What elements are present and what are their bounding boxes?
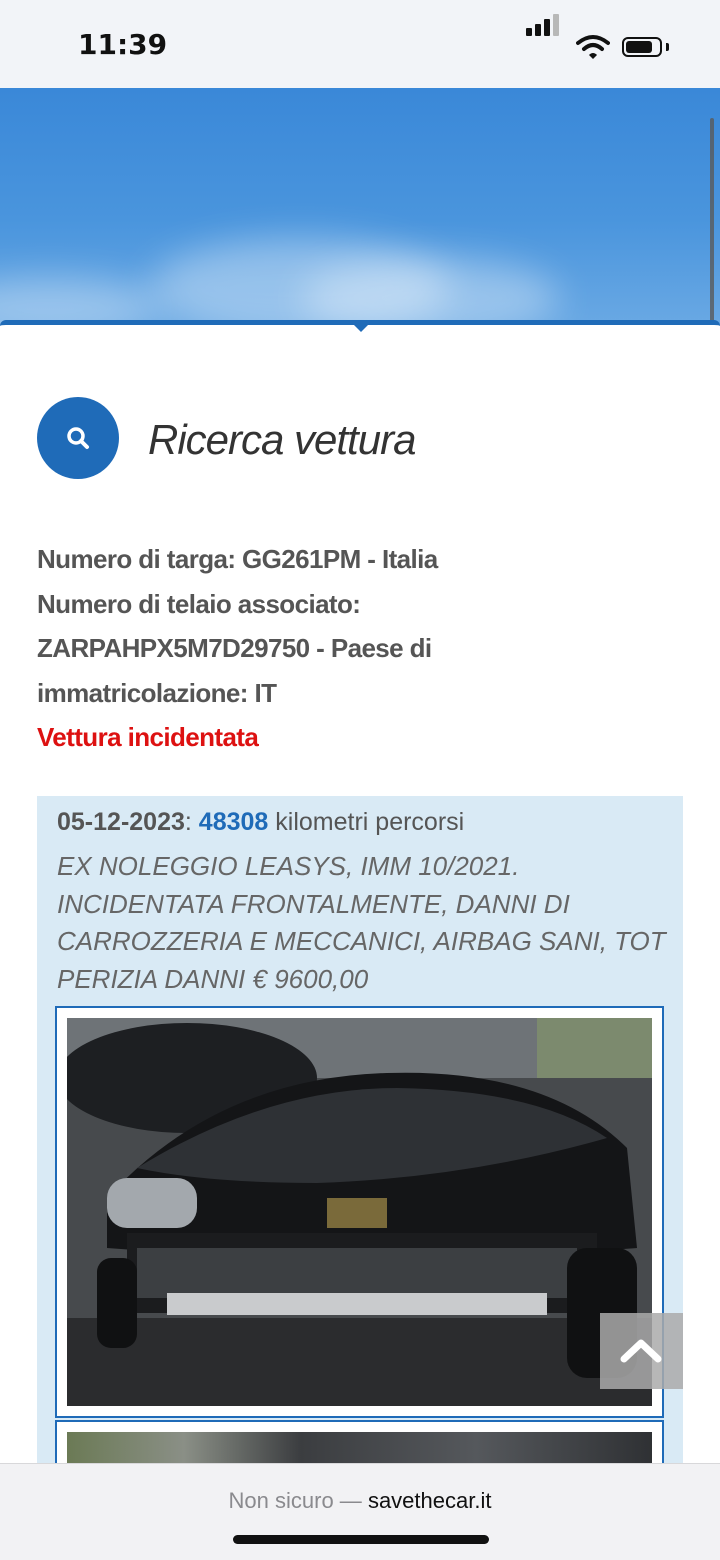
- search-icon: [67, 427, 89, 449]
- security-label: Non sicuro —: [228, 1488, 362, 1513]
- panel-notch: [352, 323, 370, 332]
- url-host: savethecar.it: [367, 1488, 492, 1513]
- record-km-suffix: kilometri percorsi: [275, 808, 465, 836]
- vehicle-info: Numero di targa: GG261PM - Italia Numero…: [37, 537, 677, 760]
- browser-url-bar[interactable]: Non sicuro — savethecar.it: [0, 1463, 720, 1560]
- status-time: 11:39: [78, 28, 168, 61]
- record-km: 48308: [198, 808, 269, 836]
- search-button[interactable]: [37, 397, 119, 479]
- home-indicator[interactable]: [233, 1535, 489, 1544]
- record-separator: :: [184, 808, 192, 836]
- record-note: EX NOLEGGIO LEASYS, IMM 10/2021. INCIDEN…: [57, 851, 666, 994]
- vin-label: Numero di telaio associato:: [37, 588, 361, 619]
- record-header: 05-12-2023: 48308 kilometri percorsi: [57, 808, 464, 837]
- damage-photo[interactable]: [55, 1006, 664, 1418]
- plate-line: Numero di targa: GG261PM - Italia: [37, 544, 438, 574]
- car-photo-illustration: [67, 1018, 652, 1406]
- status-bar: 11:39: [0, 0, 720, 88]
- chevron-up-icon: [620, 1339, 662, 1363]
- header-banner: [0, 88, 720, 328]
- accident-alert: Vettura incidentata: [37, 722, 259, 752]
- wifi-icon: [576, 35, 610, 59]
- record-date: 05-12-2023: [57, 808, 185, 836]
- page-title: Ricerca vettura: [148, 416, 416, 463]
- history-record: 05-12-2023: 48308 kilometri percorsi EX …: [37, 796, 683, 1480]
- country-line: immatricolazione: IT: [37, 677, 277, 708]
- back-to-top-button[interactable]: [600, 1313, 683, 1389]
- vin-line: ZARPAHPX5M7D29750 - Paese di: [37, 633, 432, 663]
- battery-icon: [622, 37, 662, 57]
- url-text[interactable]: Non sicuro — savethecar.it: [0, 1488, 720, 1514]
